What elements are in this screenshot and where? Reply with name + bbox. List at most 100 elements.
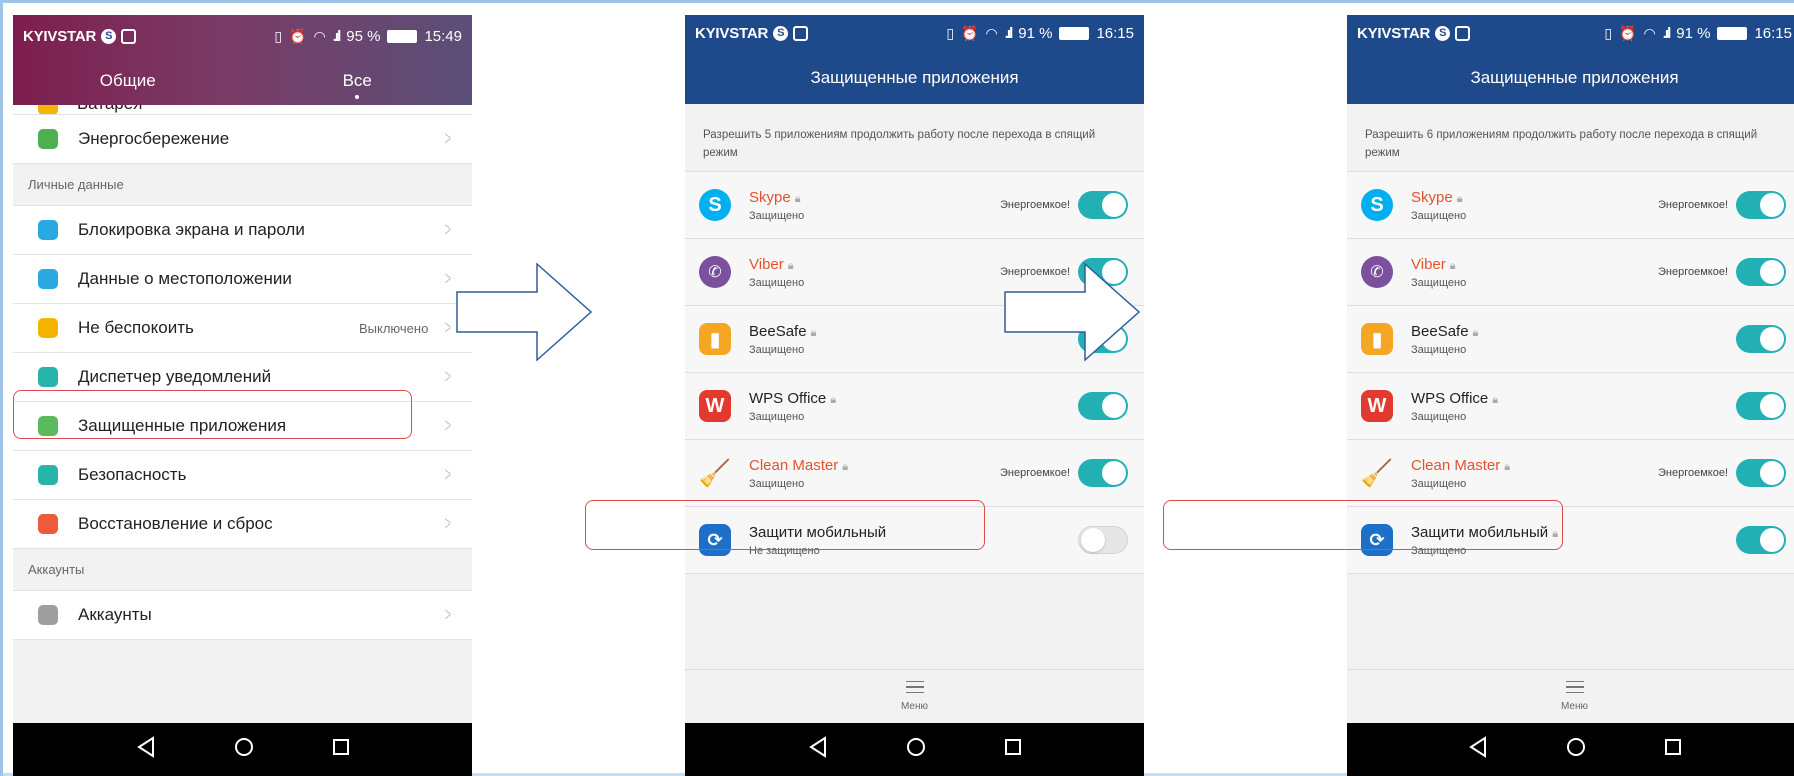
app-meta: Skype 🔒︎ Защищено (749, 189, 1000, 222)
battery-percent: 91 % (1676, 25, 1711, 42)
lock-icon: 🔒︎ (1504, 460, 1511, 473)
settings-item[interactable]: Данные о местоположении > (13, 255, 472, 304)
home-button[interactable] (1566, 737, 1586, 762)
app-name: BeeSafe 🔒︎ (1411, 323, 1736, 340)
app-meta: Clean Master 🔒︎ Защищено (749, 457, 1000, 490)
beesafe-icon: ▮ (1361, 323, 1393, 355)
beesafe-icon: ▮ (699, 323, 731, 355)
settings-item[interactable]: Блокировка экрана и пароли > (13, 206, 472, 255)
status-bar: KYIVSTAR S ▯ ⏰ ◠ .ıl 91 % 16:15 (1347, 15, 1794, 52)
app-name: WPS Office 🔒︎ (749, 390, 1078, 407)
chevron-right-icon: > (444, 267, 452, 290)
app-name-text: Viber (1411, 255, 1446, 273)
settings-item-value: Выключено (359, 320, 429, 336)
app-row[interactable]: W WPS Office 🔒︎ Защищено (685, 373, 1144, 440)
vibrate-icon: ▯ (274, 27, 283, 44)
highlight-protected-apps (13, 390, 412, 439)
protection-toggle[interactable] (1736, 459, 1786, 487)
chevron-right-icon: > (444, 603, 452, 626)
settings-item-label: Восстановление и сброс (78, 514, 273, 533)
settings-item[interactable]: Энергосбережение > (13, 115, 472, 164)
app-protection-status: Защищено (749, 209, 805, 222)
tab-all[interactable]: Все (243, 71, 473, 99)
protection-toggle[interactable] (1078, 191, 1128, 219)
wifi-icon: ◠ (985, 25, 998, 41)
chevron-right-icon: > (444, 316, 452, 339)
protected-apps-description: Разрешить 5 приложениям продолжить работ… (685, 104, 1144, 172)
lock-icon: 🔒︎ (1449, 259, 1456, 272)
app-name: WPS Office 🔒︎ (1411, 390, 1736, 407)
settings-item-label: Аккаунты (78, 605, 152, 624)
tab-general[interactable]: Общие (13, 71, 243, 91)
settings-item-label: Диспетчер уведомлений (78, 367, 272, 386)
menu-icon (1565, 681, 1584, 693)
settings-item[interactable]: Безопасность > (13, 451, 472, 500)
back-button[interactable] (1468, 736, 1488, 763)
section-header: Аккаунты (13, 549, 472, 591)
wifi-icon: ◠ (1643, 25, 1656, 41)
home-button[interactable] (234, 737, 254, 762)
recent-apps-button[interactable] (1664, 738, 1682, 761)
recent-apps-button[interactable] (332, 738, 350, 761)
protection-toggle[interactable] (1736, 258, 1786, 286)
chevron-right-icon: > (444, 512, 452, 535)
menu-button[interactable]: Меню (1347, 669, 1794, 723)
app-name: Viber 🔒︎ (749, 256, 1000, 273)
android-nav-bar (1347, 723, 1794, 776)
chevron-right-icon: > (444, 127, 452, 150)
protection-toggle[interactable] (1078, 392, 1128, 420)
app-row[interactable]: ✆ Viber 🔒︎ Защищено Энергоемкое! (1347, 239, 1794, 306)
lock-icon: 🔒︎ (1492, 393, 1499, 406)
app-row[interactable]: S Skype 🔒︎ Защищено Энергоемкое! (685, 172, 1144, 239)
wifi-icon: ◠ (313, 27, 326, 44)
active-tab-indicator (355, 95, 360, 99)
app-protection-status: Защищено (1411, 410, 1467, 423)
settings-item-label: Энергосбережение (78, 129, 230, 148)
skype-icon: S (699, 189, 731, 221)
moon-icon (38, 318, 58, 338)
viber-icon: ✆ (1361, 256, 1393, 288)
app-name-text: Clean Master (1411, 456, 1501, 474)
page-title: Защищенные приложения (1470, 68, 1679, 87)
app-meta: BeeSafe 🔒︎ Защищено (1411, 323, 1736, 356)
menu-label: Меню (1560, 701, 1589, 712)
app-row[interactable]: S Skype 🔒︎ Защищено Энергоемкое! (1347, 172, 1794, 239)
section-header: Личные данные (13, 164, 472, 206)
alarm-icon: ⏰ (289, 27, 307, 44)
home-button[interactable] (906, 737, 926, 762)
app-name-text: Skype (749, 188, 791, 206)
app-protection-status: Защищено (749, 410, 805, 423)
battery-icon (38, 129, 58, 149)
viber-icon: ✆ (699, 256, 731, 288)
menu-button[interactable]: Меню (685, 669, 1144, 723)
list-item-partial[interactable]: Батарея (13, 105, 472, 115)
app-protection-status: Защищено (1411, 209, 1467, 222)
protection-toggle[interactable] (1078, 526, 1128, 554)
recent-apps-button[interactable] (1004, 738, 1022, 761)
vibrate-icon: ▯ (946, 25, 955, 41)
battery-icon (1059, 27, 1090, 40)
back-button[interactable] (808, 736, 828, 763)
protection-toggle[interactable] (1736, 526, 1786, 554)
protection-toggle[interactable] (1078, 459, 1128, 487)
app-row[interactable]: ▮ BeeSafe 🔒︎ Защищено (1347, 306, 1794, 373)
arrow-right-icon (456, 262, 593, 362)
vibrate-icon: ▯ (1604, 25, 1613, 41)
protection-toggle[interactable] (1736, 392, 1786, 420)
app-row[interactable]: W WPS Office 🔒︎ Защищено (1347, 373, 1794, 440)
signal-icon: .ıl (332, 27, 341, 45)
app-row[interactable]: 🧹 Clean Master 🔒︎ Защищено Энергоемкое! (1347, 440, 1794, 507)
settings-item[interactable]: Аккаунты > (13, 591, 472, 640)
back-button[interactable] (136, 736, 156, 763)
app-row[interactable]: 🧹 Clean Master 🔒︎ Защищено Энергоемкое! (685, 440, 1144, 507)
protection-toggle[interactable] (1736, 325, 1786, 353)
settings-item[interactable]: Не беспокоить Выключено > (13, 304, 472, 353)
app-protection-status: Защищено (1411, 276, 1467, 289)
sim-icon (1455, 26, 1471, 41)
app-protection-status: Защищено (749, 276, 805, 289)
lock-icon: 🔒︎ (1456, 192, 1463, 205)
toggle-knob (1102, 394, 1126, 418)
settings-item[interactable]: Восстановление и сброс > (13, 500, 472, 549)
app-name: Viber 🔒︎ (1411, 256, 1658, 273)
protection-toggle[interactable] (1736, 191, 1786, 219)
